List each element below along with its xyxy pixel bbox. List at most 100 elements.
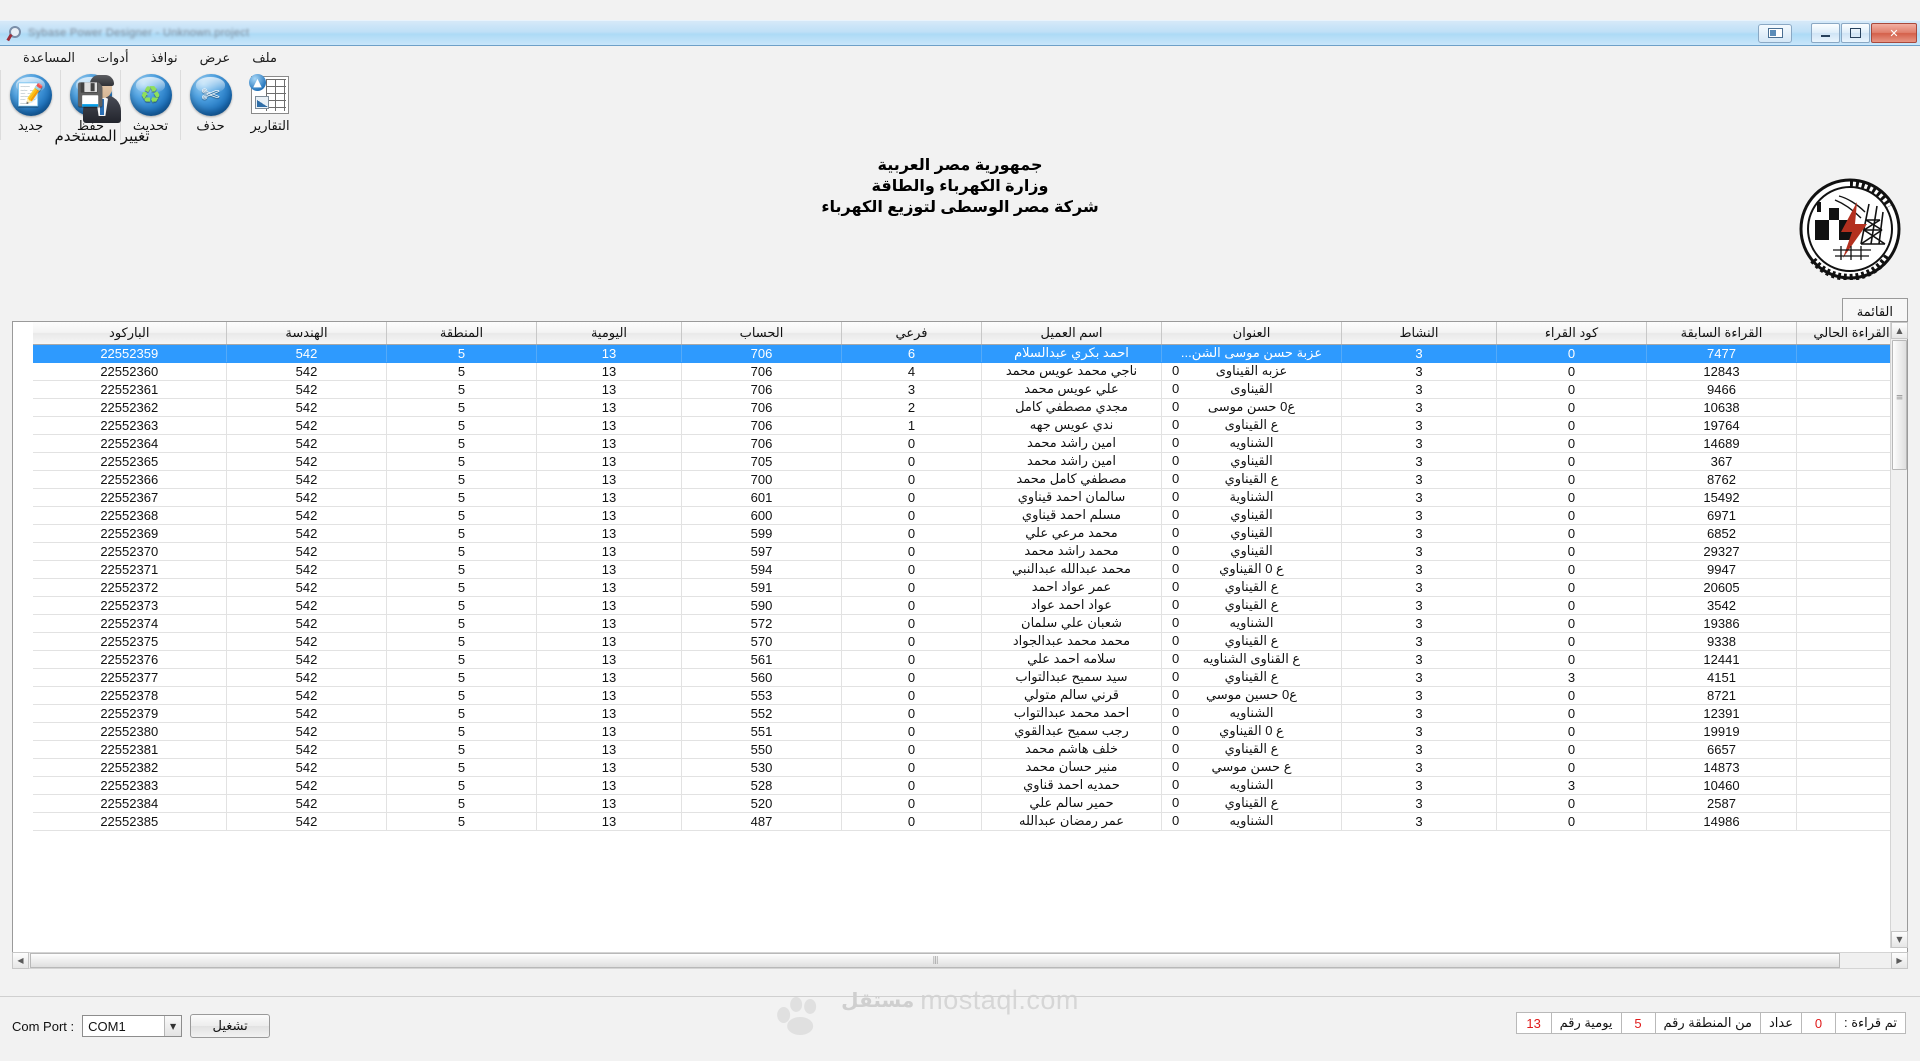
cell-barcode[interactable]: 22552373: [32, 596, 227, 615]
cell-address[interactable]: القيناوي 0: [1161, 524, 1342, 543]
cell-zone[interactable]: 5: [386, 398, 537, 417]
cell-barcode[interactable]: 22552381: [32, 740, 227, 759]
column-header-reader-code[interactable]: كود القراء: [1496, 322, 1647, 345]
cell-activity[interactable]: 3: [1341, 776, 1497, 795]
cell-address[interactable]: ع القيناوى 0: [1161, 416, 1342, 435]
table-row[interactable]: 367 0 3 القيناوي 0 امين راشد محمد 0 705 13 5 542 22…: [32, 452, 1907, 471]
cell-reader-code[interactable]: 0: [1496, 380, 1647, 399]
minimize-button[interactable]: [1811, 23, 1840, 43]
cell-barcode[interactable]: 22552379: [32, 704, 227, 723]
cell-activity[interactable]: 3: [1341, 578, 1497, 597]
cell-customer-name[interactable]: سلامه احمد علي: [981, 650, 1162, 669]
table-row[interactable]: 4151 3 3 ع القيناوي 0 سيد سميح عبدالتواب 0 560 1…: [32, 668, 1907, 687]
cell-previous-reading[interactable]: 19764: [1646, 416, 1797, 435]
cell-customer-name[interactable]: امين راشد محمد: [981, 434, 1162, 453]
table-row[interactable]: 14689 0 3 الشناويه 0 امين راشد محمد 0 706 13 5 542…: [32, 434, 1907, 453]
cell-sub[interactable]: 4: [841, 362, 982, 381]
cell-engineering[interactable]: 542: [226, 380, 387, 399]
cell-activity[interactable]: 3: [1341, 794, 1497, 813]
menu-item-help[interactable]: المساعدة: [12, 48, 86, 68]
cell-reader-code[interactable]: 0: [1496, 434, 1647, 453]
cell-daily[interactable]: 13: [536, 362, 682, 381]
cell-account[interactable]: 705: [681, 452, 842, 471]
menu-item-tools[interactable]: أدوات: [86, 48, 140, 68]
cell-previous-reading[interactable]: 6852: [1646, 524, 1797, 543]
cell-customer-name[interactable]: محمد راشد محمد: [981, 542, 1162, 561]
cell-engineering[interactable]: 542: [226, 758, 387, 777]
cell-daily[interactable]: 13: [536, 794, 682, 813]
cell-engineering[interactable]: 542: [226, 668, 387, 687]
cell-address[interactable]: ع 0 القيناوي 0: [1161, 722, 1342, 741]
table-row[interactable]: 10638 0 3 ع0 حسن موسى 0 مجدي مصطفي كامل 2 706 13…: [32, 398, 1907, 417]
cell-address[interactable]: ع القيناوي 0: [1161, 632, 1342, 651]
cell-activity[interactable]: 3: [1341, 524, 1497, 543]
cell-barcode[interactable]: 22552366: [32, 470, 227, 489]
cell-barcode[interactable]: 22552374: [32, 614, 227, 633]
cell-activity[interactable]: 3: [1341, 416, 1497, 435]
cell-activity[interactable]: 3: [1341, 632, 1497, 651]
cell-address[interactable]: ع حسن موسي 0: [1161, 758, 1342, 777]
cell-account[interactable]: 706: [681, 362, 842, 381]
cell-previous-reading[interactable]: 10638: [1646, 398, 1797, 417]
cell-customer-name[interactable]: حمديه احمد قناوي: [981, 776, 1162, 795]
table-row[interactable]: 29327 0 3 القيناوي 0 محمد راشد محمد 0 597 13 5 542…: [32, 542, 1907, 561]
cell-activity[interactable]: 3: [1341, 722, 1497, 741]
cell-barcode[interactable]: 22552375: [32, 632, 227, 651]
cell-reader-code[interactable]: 0: [1496, 614, 1647, 633]
cell-customer-name[interactable]: محمد مرعي علي: [981, 524, 1162, 543]
cell-reader-code[interactable]: 0: [1496, 758, 1647, 777]
menu-item-windows[interactable]: نوافذ: [140, 48, 189, 68]
cell-barcode[interactable]: 22552359: [32, 344, 227, 363]
cell-engineering[interactable]: 542: [226, 776, 387, 795]
column-header-customer-name[interactable]: اسم العميل: [981, 322, 1162, 345]
cell-address[interactable]: ع القيناوي 0: [1161, 794, 1342, 813]
cell-customer-name[interactable]: حمير سالم علي: [981, 794, 1162, 813]
cell-activity[interactable]: 3: [1341, 704, 1497, 723]
table-row[interactable]: 6657 0 3 ع القيناوي 0 خلف هاشم محمد 0 550 13 5 542…: [32, 740, 1907, 759]
cell-engineering[interactable]: 542: [226, 632, 387, 651]
cell-daily[interactable]: 13: [536, 722, 682, 741]
table-row[interactable]: 10460 3 3 الشناويه 0 حمديه احمد قناوي 0 528 13 5 5…: [32, 776, 1907, 795]
cell-engineering[interactable]: 542: [226, 470, 387, 489]
cell-barcode[interactable]: 22552383: [32, 776, 227, 795]
column-header-daily[interactable]: اليومية: [536, 322, 682, 345]
cell-account[interactable]: 601: [681, 488, 842, 507]
cell-engineering[interactable]: 542: [226, 362, 387, 381]
cell-engineering[interactable]: 542: [226, 524, 387, 543]
cell-address[interactable]: ع0 حسن موسى 0: [1161, 398, 1342, 417]
cell-address[interactable]: الشناويه 0: [1161, 704, 1342, 723]
cell-zone[interactable]: 5: [386, 704, 537, 723]
cell-engineering[interactable]: 542: [226, 398, 387, 417]
cell-zone[interactable]: 5: [386, 650, 537, 669]
cell-sub[interactable]: 0: [841, 614, 982, 633]
cell-barcode[interactable]: 22552362: [32, 398, 227, 417]
cell-reader-code[interactable]: 0: [1496, 524, 1647, 543]
close-button[interactable]: ✕: [1871, 23, 1917, 43]
cell-zone[interactable]: 5: [386, 380, 537, 399]
table-row[interactable]: 14986 0 3 الشناويه 0 عمر رمضان عبدالله 0 487 13 5…: [32, 812, 1907, 831]
cell-customer-name[interactable]: ندي عويس جهه: [981, 416, 1162, 435]
cell-daily[interactable]: 13: [536, 740, 682, 759]
cell-sub[interactable]: 0: [841, 596, 982, 615]
cell-daily[interactable]: 13: [536, 614, 682, 633]
horizontal-scroll-thumb[interactable]: [30, 953, 1840, 968]
cell-previous-reading[interactable]: 6971: [1646, 506, 1797, 525]
cell-sub[interactable]: 0: [841, 722, 982, 741]
cell-engineering[interactable]: 542: [226, 794, 387, 813]
cell-daily[interactable]: 13: [536, 470, 682, 489]
cell-daily[interactable]: 13: [536, 650, 682, 669]
cell-sub[interactable]: 0: [841, 794, 982, 813]
cell-previous-reading[interactable]: 9338: [1646, 632, 1797, 651]
cell-zone[interactable]: 5: [386, 560, 537, 579]
cell-daily[interactable]: 13: [536, 524, 682, 543]
cell-previous-reading[interactable]: 10460: [1646, 776, 1797, 795]
cell-account[interactable]: 570: [681, 632, 842, 651]
cell-sub[interactable]: 0: [841, 812, 982, 831]
table-row[interactable]: 8762 0 3 ع القيناوي 0 مصطفي كامل محمد 0 700 13 5 5…: [32, 470, 1907, 489]
cell-engineering[interactable]: 542: [226, 434, 387, 453]
cell-barcode[interactable]: 22552367: [32, 488, 227, 507]
cell-zone[interactable]: 5: [386, 416, 537, 435]
cell-previous-reading[interactable]: 14873: [1646, 758, 1797, 777]
cell-zone[interactable]: 5: [386, 488, 537, 507]
cell-daily[interactable]: 13: [536, 452, 682, 471]
